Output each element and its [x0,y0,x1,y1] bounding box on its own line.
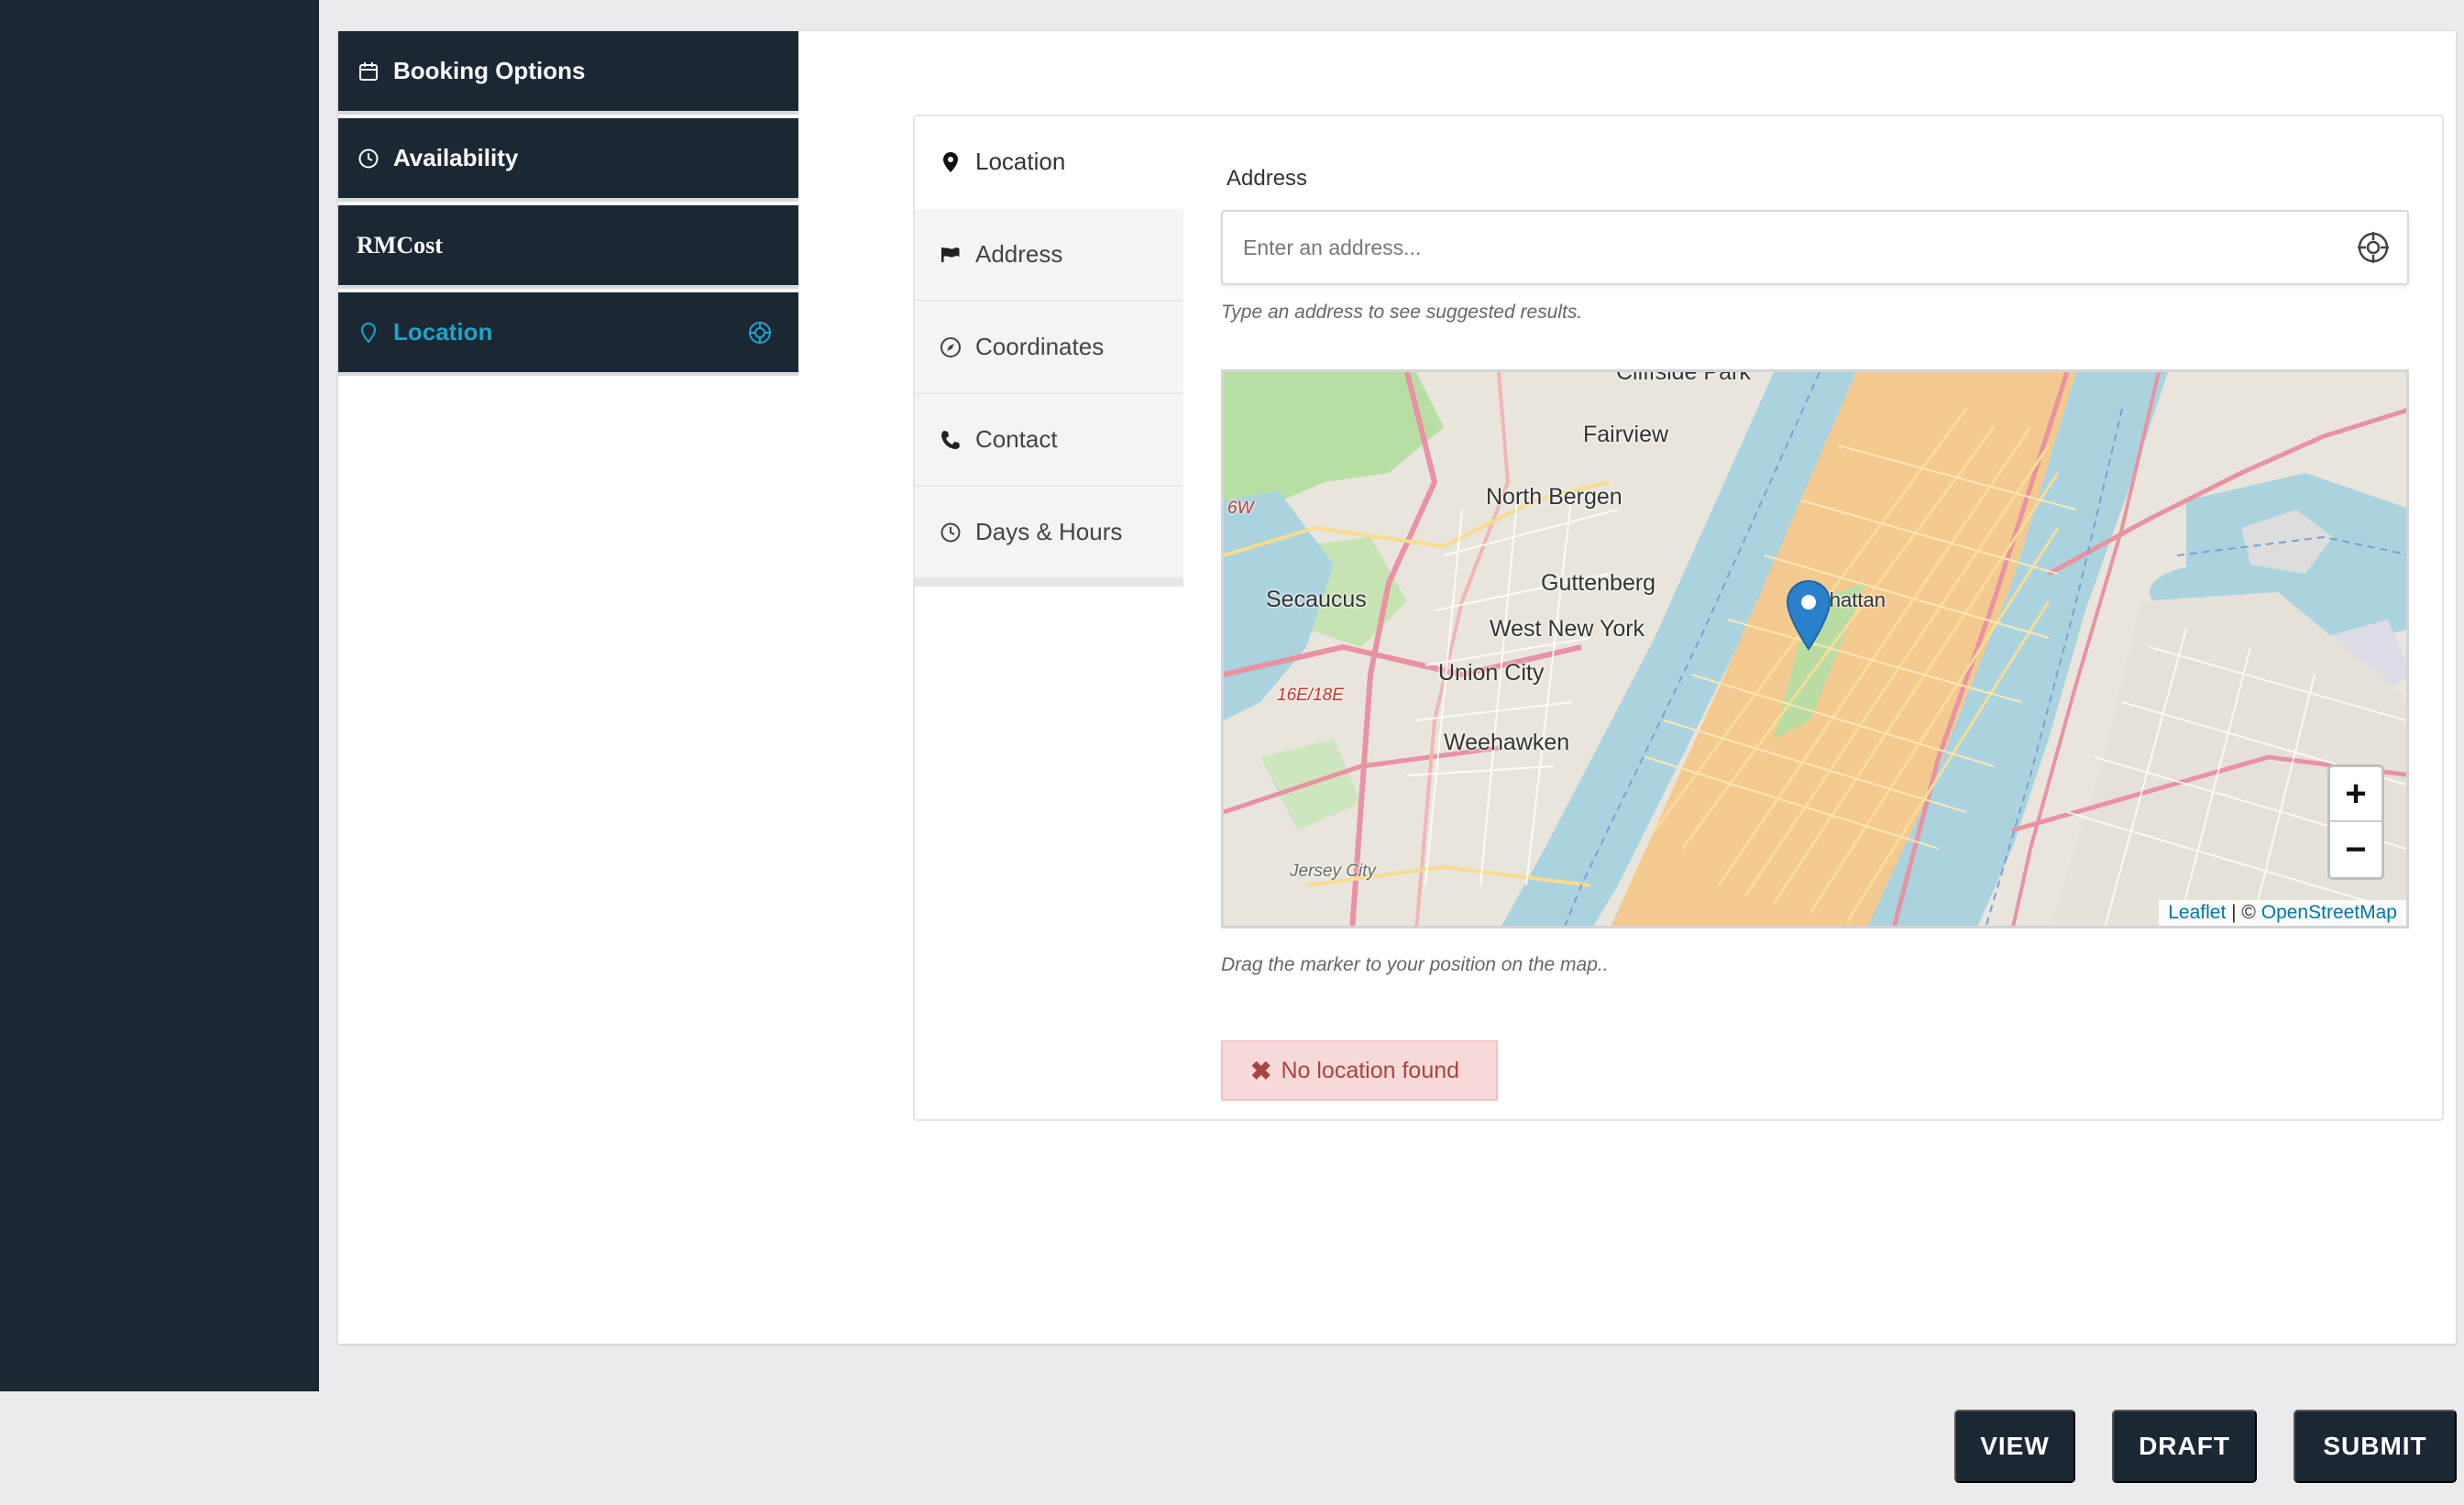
leaflet-link[interactable]: Leaflet [2168,902,2226,923]
flag-icon [939,243,962,267]
sidenav-item-label: Booking Options [393,57,586,84]
map-label: Jersey City [1290,862,1376,881]
form-actions: VIEW DRAFT SUBMIT [1954,1410,2457,1483]
map-help-text: Drag the marker to your position on the … [1221,954,1609,975]
draft-button[interactable]: DRAFT [2112,1410,2257,1483]
calendar-icon [357,60,380,83]
tab-label: Address [975,240,1063,268]
tab-address[interactable]: Address [915,209,1183,302]
map-marker-icon [939,150,962,174]
sidenav-item-rmcost[interactable]: RMCost [338,205,798,289]
tab-label: Location [975,148,1066,175]
location-marker-icon[interactable] [1785,579,1832,653]
tabs-divider [915,579,1183,587]
tab-days-hours[interactable]: Days & Hours [915,487,1183,579]
phone-icon [939,428,962,452]
map-label: 6W [1227,499,1254,518]
zoom-out-button[interactable]: − [2330,822,2382,877]
tab-label: Contact [975,425,1058,453]
address-help-text: Type an address to see suggested results… [1221,302,1583,323]
map-label: North Bergen [1486,484,1622,510]
map-label: Guttenberg [1541,570,1656,596]
map-label: Union City [1438,660,1545,686]
tab-contact[interactable]: Contact [915,394,1183,487]
alert-text: No location found [1281,1057,1460,1083]
map-pin-outline-icon [357,321,380,345]
tab-location[interactable]: Location [915,116,1183,209]
clock-icon [939,521,962,544]
map-label: Weehawken [1444,730,1570,755]
error-x-icon: ✖ [1250,1056,1272,1085]
view-button[interactable]: VIEW [1954,1410,2075,1483]
compass-icon [939,335,962,359]
address-input[interactable] [1223,212,2407,283]
location-map[interactable]: Cliffside Park Fairview North Bergen Sec… [1221,369,2409,928]
tab-label: Days & Hours [975,518,1123,545]
osm-link[interactable]: OpenStreetMap [2261,902,2397,923]
location-card: Location Address Coordinates Contact Day… [913,115,2444,1121]
map-label: West New York [1490,616,1645,642]
sidenav-item-label: Location [393,318,493,346]
submit-button[interactable]: SUBMIT [2294,1410,2457,1483]
map-zoom-control: + − [2327,764,2384,880]
location-tabs: Location Address Coordinates Contact Day… [915,116,1183,587]
tab-coordinates[interactable]: Coordinates [915,302,1183,394]
left-rail [0,0,319,1391]
map-label: Secaucus [1266,587,1367,612]
section-nav: Booking Options Availability RMCost Loca… [338,31,798,376]
map-attribution: Leaflet | © OpenStreetMap [2159,900,2406,926]
address-field [1221,210,2409,285]
zoom-in-button[interactable]: + [2330,767,2382,822]
crosshair-icon [747,320,773,346]
sidenav-item-booking-options[interactable]: Booking Options [338,31,798,115]
map-label: Cliffside Park [1616,369,1751,385]
sidenav-item-availability[interactable]: Availability [338,118,798,202]
map-label: Fairview [1583,422,1669,447]
clock-icon [357,147,380,170]
locate-me-icon[interactable] [2356,230,2391,265]
no-location-alert: ✖ No location found [1221,1040,1498,1101]
sidenav-item-label: Availability [393,144,519,171]
tab-label: Coordinates [975,333,1105,360]
attribution-separator: | © [2226,902,2261,923]
sidenav-item-label: RMCost [357,231,443,258]
address-label: Address [1226,166,1308,191]
sidenav-item-location[interactable]: Location [338,292,798,376]
map-label: 16E/18E [1277,686,1344,705]
